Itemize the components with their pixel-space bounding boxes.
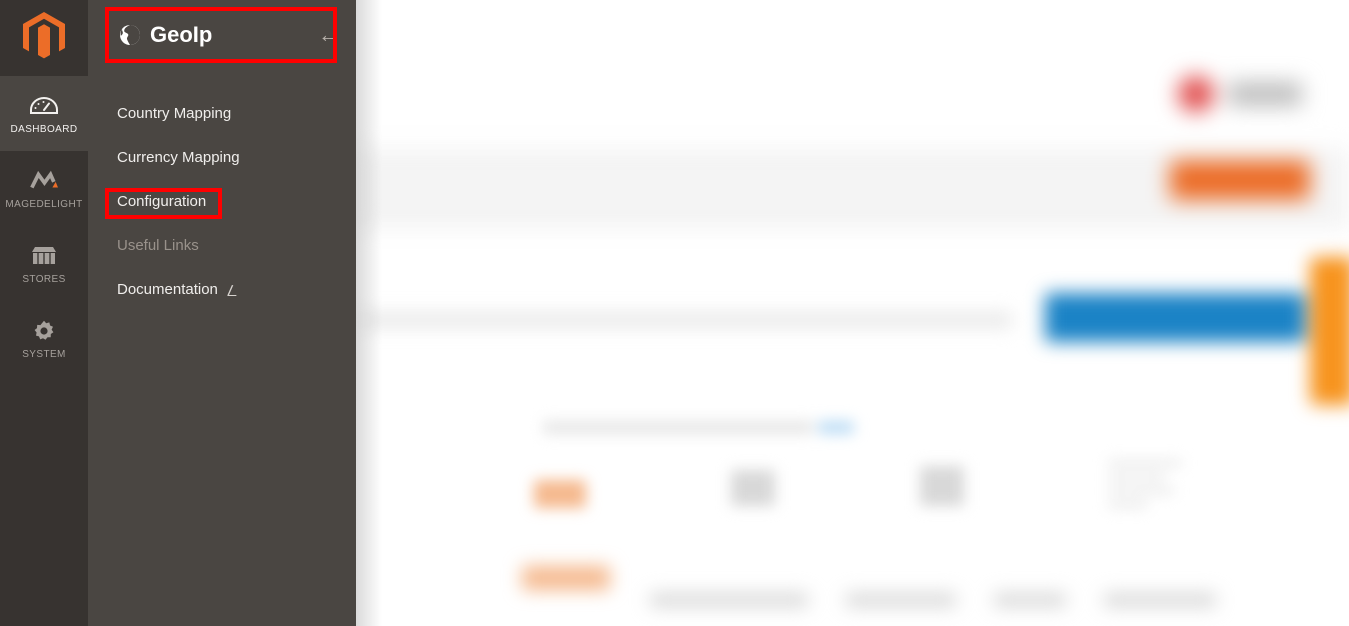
footer-link-1[interactable] [650,593,808,607]
magento-logo[interactable] [0,0,88,76]
stat-block-4a [1108,460,1182,466]
submenu-title: GeoIp [150,22,213,47]
stat-block-4b [1108,474,1166,480]
sidebar-item-system[interactable]: SYSTEM [0,301,88,376]
notification-badge[interactable] [1178,76,1214,112]
store-icon [30,243,58,269]
stat-block-4d [1108,502,1148,508]
header-text-block [1228,82,1302,106]
submenu-item-label: Configuration [117,193,207,210]
footer-link-3[interactable] [994,593,1066,607]
stat-block-4c [1108,488,1174,494]
submenu-item-currency-mapping[interactable]: Currency Mapping [88,136,356,180]
submenu-item-label: Country Mapping [117,105,232,122]
gear-icon [30,318,58,344]
sidebar-item-dashboard[interactable]: DASHBOARD [0,76,88,151]
sidebar-item-label: MAGEDELIGHT [5,198,83,210]
sidebar-item-label: SYSTEM [22,348,66,360]
submenu-item-label: Documentation [117,281,218,298]
submenu-item-configuration[interactable]: Configuration [88,180,356,224]
submenu-item-label: Currency Mapping [117,149,240,166]
magedelight-icon [30,168,58,194]
section-heading [543,421,813,434]
sidebar-item-stores[interactable]: STORES [0,226,88,301]
submenu-group-useful-links: Useful Links [88,224,356,268]
submenu-item-documentation[interactable]: Documentation ⎳ [88,268,356,313]
submenu-item-country-mapping[interactable]: Country Mapping [88,92,356,136]
admin-sidebar-rail: DASHBOARD MAGEDELIGHT STORES SYSTEM [0,0,88,626]
magento-logo-icon [23,11,65,65]
footer-logo [522,566,610,590]
stat-block-3 [920,466,964,506]
external-link-icon: ⎳ [227,285,237,297]
globe-icon [119,24,141,46]
submenu-items: Country Mapping Currency Mapping Configu… [88,92,356,313]
dashboard-gauge-icon [30,93,58,119]
main-content-blurred [356,0,1349,626]
content-divider [356,222,1349,226]
submenu-group-label: Useful Links [117,237,199,254]
primary-button[interactable] [1170,160,1310,200]
stat-block-1 [534,480,586,508]
footer-link-2[interactable] [846,593,956,607]
side-tab[interactable] [1310,257,1349,405]
cta-button[interactable] [1045,293,1305,342]
section-heading-link[interactable] [818,421,854,434]
sidebar-item-magedelight[interactable]: MAGEDELIGHT [0,151,88,226]
sidebar-item-label: DASHBOARD [10,123,78,135]
screen-root: DASHBOARD MAGEDELIGHT STORES SYSTEM GeoI… [0,0,1349,626]
submenu-header: GeoIp ← [105,7,354,63]
footer-link-4[interactable] [1104,593,1216,607]
stat-block-2 [731,470,775,506]
paragraph-line [362,313,1012,327]
arrow-left-icon[interactable]: ← [316,24,342,46]
sidebar-item-label: STORES [22,273,66,285]
geoip-submenu-panel: GeoIp ← Country Mapping Currency Mapping… [88,0,356,626]
